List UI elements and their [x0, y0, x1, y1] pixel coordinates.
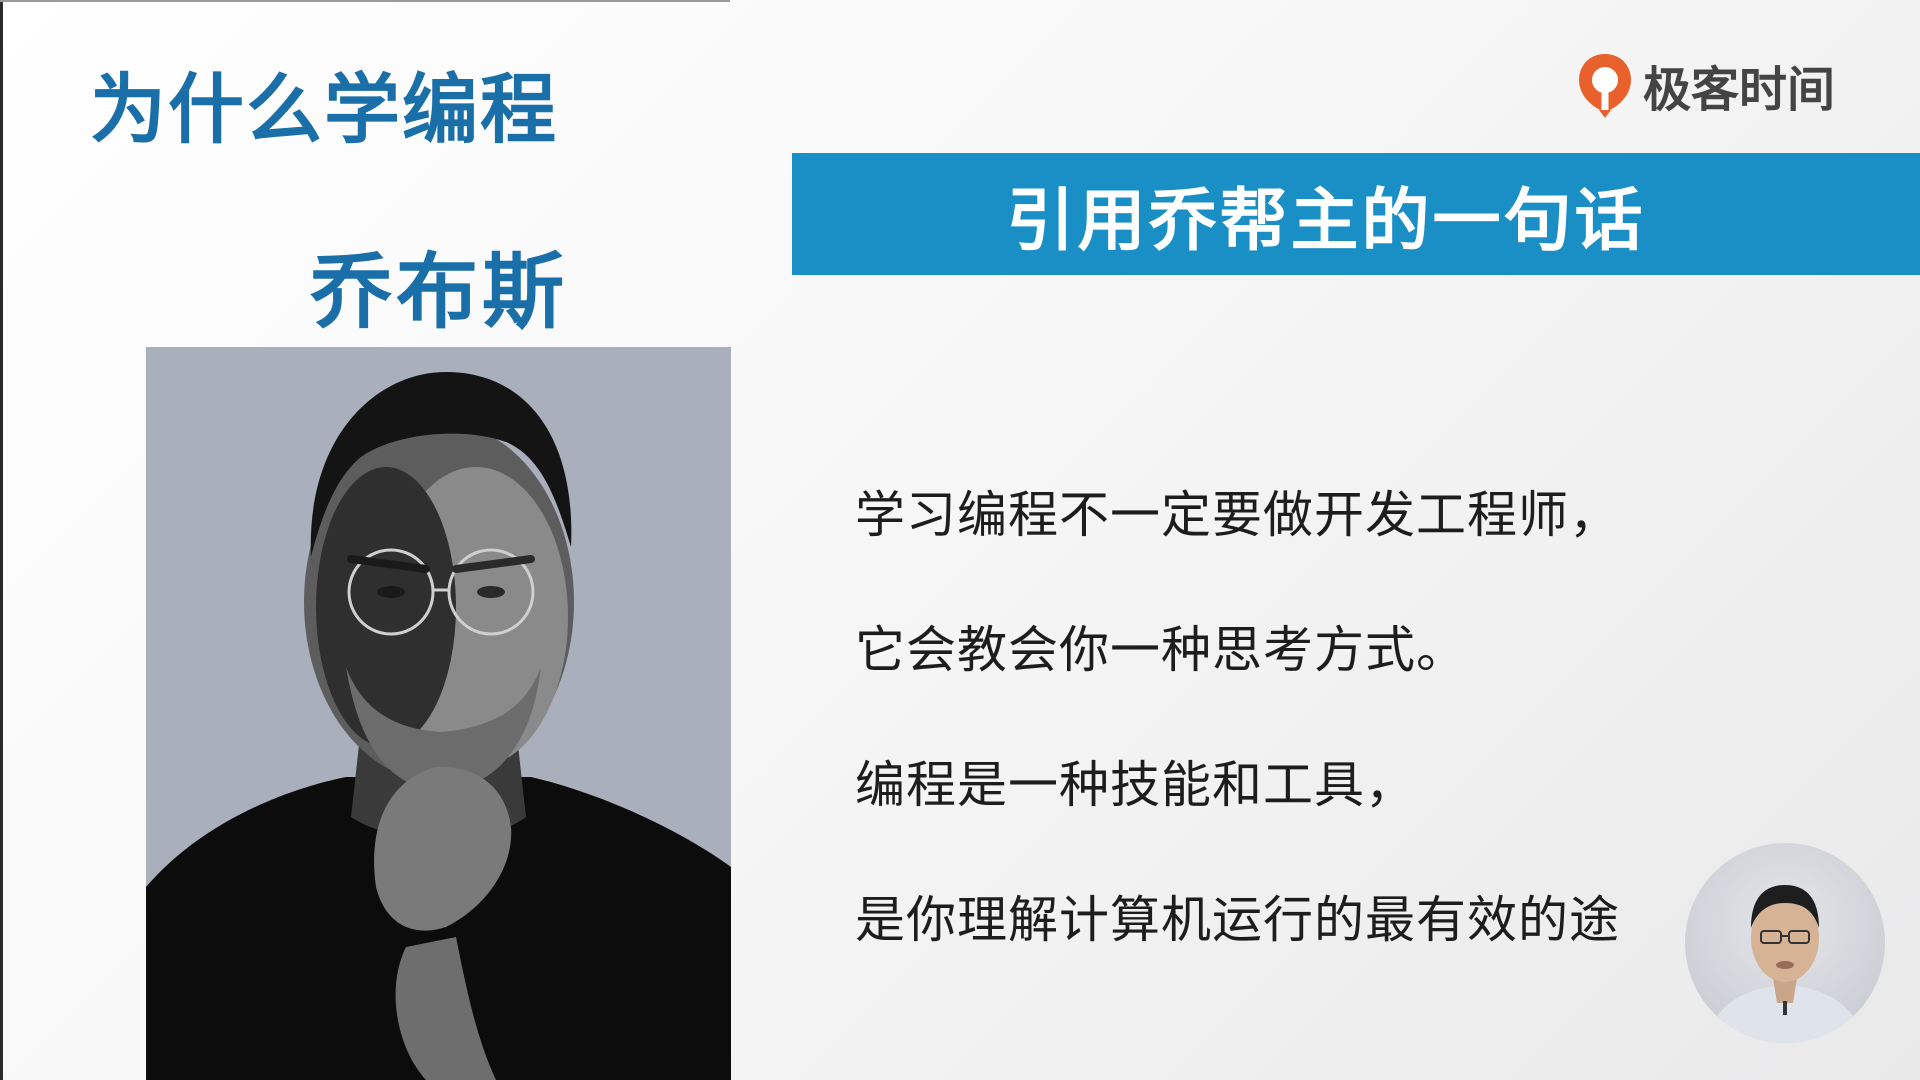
quote-heading-banner: 引用乔帮主的一句话	[792, 153, 1920, 275]
person-name-caption: 乔布斯	[310, 245, 569, 340]
quote-line-2: 它会教会你一种思考方式。	[855, 621, 1467, 679]
person-portrait-image	[146, 347, 731, 1080]
quote-heading: 引用乔帮主的一句话	[1006, 181, 1646, 261]
portrait-illustration	[146, 347, 731, 1080]
brand-logo: 极客时间	[1575, 50, 1835, 120]
slide-title: 为什么学编程	[90, 65, 558, 154]
presenter-illustration	[1705, 885, 1865, 1043]
brand-logo-text: 极客时间	[1643, 62, 1836, 118]
left-border	[0, 0, 3, 1080]
quote-line-1: 学习编程不一定要做开发工程师，	[855, 486, 1620, 544]
presentation-slide: 为什么学编程 乔布斯 极客时间 引用乔帮主的一句话 学习编程不一定要做开发工程师…	[0, 0, 1920, 1080]
quote-line-3: 编程是一种技能和工具，	[855, 756, 1416, 814]
geektime-logo-icon	[1579, 54, 1631, 118]
presenter-webcam-icon	[1685, 843, 1885, 1043]
top-border	[0, 0, 730, 2]
